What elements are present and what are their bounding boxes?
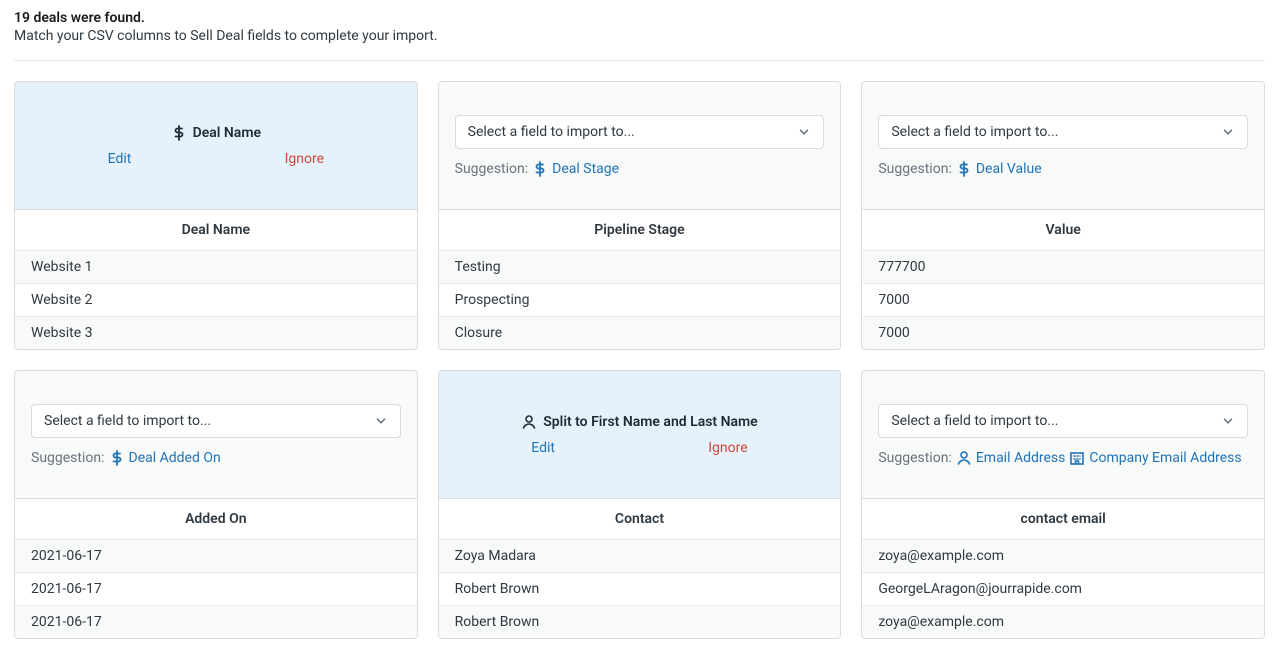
mapped-field-label: Deal Name [193,125,261,141]
sample-row: Website 3 [15,317,417,349]
sample-rows: Website 1Website 2Website 3 [15,251,417,349]
mapped-field-label: Split to First Name and Last Name [543,414,757,430]
mapped-field-title: Deal Name [31,125,401,141]
mapping-grid: Deal NameEditIgnoreDeal NameWebsite 1Web… [14,81,1265,639]
mapping-card: Split to First Name and Last Name Edit Ign… [438,370,842,639]
sample-row: 7000 [862,317,1264,349]
column-header: Contact [439,499,841,540]
card-header: Select a field to import to... Suggestion… [862,82,1264,210]
mapped-field-title: Split to First Name and Last Name [455,414,825,430]
card-header: Split to First Name and Last Name Edit Ign… [439,371,841,499]
sample-row: 2021-06-17 [15,540,417,573]
edit-button[interactable]: Edit [531,440,555,456]
sample-rows: Zoya MadaraRobert BrownRobert Brown [439,540,841,638]
sample-row: zoya@example.com [862,540,1264,573]
suggestion-text: Deal Stage [552,161,619,177]
deals-found-title: 19 deals were found. [14,10,1265,26]
suggestion-link[interactable]: Deal Value [956,161,1042,177]
suggestion-link[interactable]: Deal Stage [532,161,619,177]
field-select[interactable]: Select a field to import to... [455,115,825,149]
sample-rows: TestingProspectingClosure [439,251,841,349]
sample-row: 7000 [862,284,1264,317]
dollar-icon [171,125,187,141]
select-placeholder: Select a field to import to... [468,124,635,140]
sample-rows: zoya@example.comGeorgeLAragon@jourrapide… [862,540,1264,638]
suggestion-link[interactable]: Deal Added On [109,450,221,466]
ignore-button[interactable]: Ignore [708,440,747,456]
suggestion-row: Suggestion: Deal Added On [31,450,401,466]
dollar-icon [532,161,548,177]
ignore-button[interactable]: Ignore [285,151,324,167]
sample-row: GeorgeLAragon@jourrapide.com [862,573,1264,606]
mapping-actions: Edit Ignore [31,151,401,167]
column-header: Deal Name [15,210,417,251]
chevron-down-icon [1221,125,1235,139]
sample-row: Robert Brown [439,573,841,606]
suggestion-label: Suggestion: [455,161,529,177]
field-select[interactable]: Select a field to import to... [878,404,1248,438]
person-icon [521,414,537,430]
field-select[interactable]: Select a field to import to... [31,404,401,438]
mapping-actions: Edit Ignore [455,440,825,456]
suggestion-text: Email Address [976,450,1066,466]
mapping-card: Select a field to import to... Suggestion… [438,81,842,350]
sample-row: 2021-06-17 [15,573,417,606]
select-placeholder: Select a field to import to... [44,413,211,429]
sample-rows: 77770070007000 [862,251,1264,349]
card-header: Select a field to import to... Suggestion… [862,371,1264,499]
suggestion-label: Suggestion: [878,161,952,177]
chevron-down-icon [374,414,388,428]
suggestion-row: Suggestion: Deal Stage [455,161,825,177]
suggestion-text: Deal Added On [129,450,221,466]
sample-row: Closure [439,317,841,349]
sample-row: 2021-06-17 [15,606,417,638]
select-placeholder: Select a field to import to... [891,413,1058,429]
suggestion-link[interactable]: Email Address [956,450,1066,466]
dollar-icon [956,161,972,177]
mapping-card: Select a field to import to... Suggestion… [14,370,418,639]
instructions-subtitle: Match your CSV columns to Sell Deal fiel… [14,28,1265,44]
column-header: Value [862,210,1264,251]
sample-row: Testing [439,251,841,284]
sample-row: Zoya Madara [439,540,841,573]
card-header: Deal Name Edit Ignore [15,82,417,210]
suggestion-link[interactable]: Company Email Address [1069,450,1241,466]
card-header: Select a field to import to... Suggestion… [439,82,841,210]
sample-row: Website 2 [15,284,417,317]
mapping-card: Deal NameEditIgnoreDeal NameWebsite 1Web… [14,81,418,350]
column-header: Pipeline Stage [439,210,841,251]
dollar-icon [109,450,125,466]
edit-button[interactable]: Edit [108,151,132,167]
page-header: 19 deals were found. Match your CSV colu… [14,10,1265,61]
suggestion-row: Suggestion: Email Address Company Email Ad… [878,450,1248,466]
suggestion-text: Company Email Address [1089,450,1241,466]
sample-row: Robert Brown [439,606,841,638]
chevron-down-icon [797,125,811,139]
suggestion-label: Suggestion: [31,450,105,466]
suggestion-text: Deal Value [976,161,1042,177]
sample-row: Prospecting [439,284,841,317]
suggestion-row: Suggestion: Deal Value [878,161,1248,177]
column-header: Added On [15,499,417,540]
sample-row: zoya@example.com [862,606,1264,638]
chevron-down-icon [1221,414,1235,428]
person-icon [956,450,972,466]
sample-row: 777700 [862,251,1264,284]
suggestion-label: Suggestion: [878,450,952,466]
sample-row: Website 1 [15,251,417,284]
select-placeholder: Select a field to import to... [891,124,1058,140]
sample-rows: 2021-06-172021-06-172021-06-17 [15,540,417,638]
company-icon [1069,450,1085,466]
mapping-card: Select a field to import to... Suggestion… [861,81,1265,350]
column-header: contact email [862,499,1264,540]
field-select[interactable]: Select a field to import to... [878,115,1248,149]
card-header: Select a field to import to... Suggestion… [15,371,417,499]
mapping-card: Select a field to import to... Suggestion… [861,370,1265,639]
